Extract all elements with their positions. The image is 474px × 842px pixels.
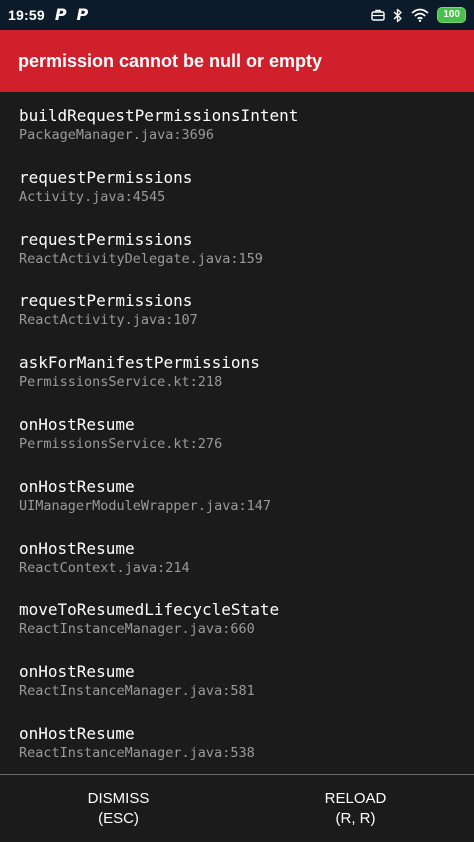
frame-method: requestPermissions: [19, 229, 193, 249]
parking-app-icon: P: [54, 5, 67, 24]
stack-frame[interactable]: onHostResume UIManagerModuleWrapper.java:…: [0, 477, 474, 539]
frame-file: UIManagerModuleWrapper.java:147: [19, 497, 271, 514]
frame-method: buildRequestPermissionsIntent: [19, 106, 299, 125]
status-bar: 19:59 P P 100: [0, 0, 474, 30]
dismiss-button[interactable]: DISMISS (ESC): [0, 775, 237, 842]
frame-file: PackageManager.java:3696: [19, 127, 215, 143]
frame-method: onHostResume: [19, 538, 135, 558]
frame-file: ReactInstanceManager.java:660: [19, 621, 255, 638]
frame-method: moveToResumedLifecycleState: [19, 600, 280, 620]
frame-file: ReactActivityDelegate.java:159: [19, 250, 263, 267]
stack-frame[interactable]: requestPermissions ReactActivity.java:107: [0, 291, 474, 353]
frame-file: Activity.java:4545: [19, 188, 166, 205]
frame-method: askForManifestPermissions: [19, 353, 260, 373]
stack-frame[interactable]: requestPermissions Activity.java:4545: [0, 168, 474, 230]
clock: 19:59: [8, 7, 45, 23]
error-title: permission cannot be null or empty: [18, 50, 323, 71]
frame-method: onHostResume: [19, 723, 135, 743]
frame-method: requestPermissions: [19, 291, 193, 311]
frame-file: ReactContext.java:214: [19, 559, 190, 576]
frame-file: ReactInstanceManager.java:538: [19, 744, 255, 761]
status-right: 100: [371, 7, 466, 23]
stack-trace[interactable]: buildRequestPermissionsIntent PackageMana…: [0, 92, 474, 774]
frame-method: onHostResume: [19, 414, 135, 434]
reload-shortcut: (R, R): [335, 809, 376, 827]
frame-file: ReactInstanceManager.java:581: [19, 683, 255, 700]
stack-frame[interactable]: askForManifestPermissions PermissionsServ…: [0, 353, 474, 415]
dismiss-shortcut: (ESC): [98, 809, 139, 827]
error-header: permission cannot be null or empty: [0, 30, 474, 92]
status-left: 19:59 P P: [8, 5, 89, 24]
frame-method: onHostResume: [19, 662, 135, 682]
stack-frame[interactable]: onHostResume PermissionsService.kt:276: [0, 415, 474, 477]
frame-file: PermissionsService.kt:218: [19, 374, 223, 391]
battery-icon: 100: [437, 7, 466, 23]
stack-frame[interactable]: onHostResume ReactInstanceManager.java:58…: [0, 662, 474, 724]
frame-method: requestPermissions: [19, 167, 193, 187]
stack-frame[interactable]: onHostResume ReactContext.java:214: [0, 539, 474, 601]
error-footer: DISMISS (ESC) RELOAD (R, R): [0, 774, 474, 842]
frame-file: ReactActivity.java:107: [19, 312, 198, 329]
stack-frame[interactable]: requestPermissions ReactActivityDelegate.…: [0, 230, 474, 292]
stack-frame[interactable]: moveToResumedLifecycleState ReactInstance…: [0, 600, 474, 662]
reload-label: RELOAD: [324, 789, 387, 807]
dismiss-label: DISMISS: [87, 789, 150, 807]
stack-frame[interactable]: onHostResume ReactInstanceManager.java:53…: [0, 724, 474, 774]
bluetooth-icon: [393, 8, 403, 23]
parking-app-icon: P: [76, 5, 89, 24]
frame-method: onHostResume: [19, 476, 135, 496]
frame-file: PermissionsService.kt:276: [19, 435, 223, 452]
reload-button[interactable]: RELOAD (R, R): [237, 775, 474, 842]
briefcase-icon: [371, 9, 386, 21]
stack-frame[interactable]: buildRequestPermissionsIntent PackageMana…: [0, 106, 474, 168]
wifi-icon: [411, 8, 429, 22]
